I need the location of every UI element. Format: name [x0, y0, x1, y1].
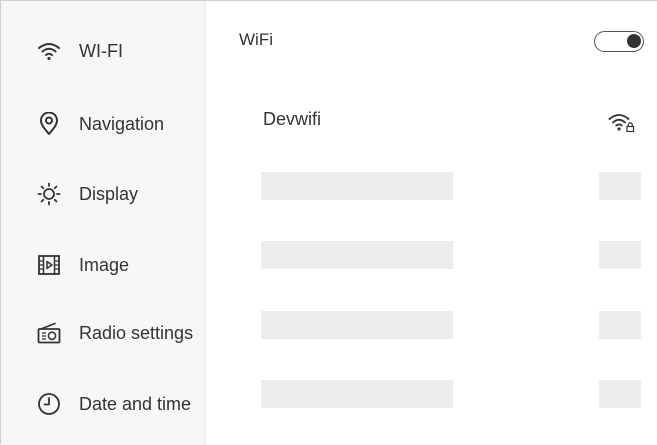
location-pin-icon [37, 112, 61, 136]
toggle-knob [627, 34, 641, 48]
settings-window: WI-FI Navigation Display Image Radio set… [0, 0, 657, 445]
placeholder-network-row [261, 172, 453, 200]
page-title: WiFi [239, 30, 273, 49]
placeholder-network-row [261, 311, 453, 339]
placeholder-signal-icon [599, 311, 641, 339]
film-icon [37, 253, 61, 277]
sidebar-item-label: Navigation [79, 113, 165, 134]
sidebar-item-radio-settings[interactable]: Radio settings [37, 316, 193, 350]
wifi-panel: WiFi Devwifi [206, 1, 657, 444]
wifi-lock-icon[interactable] [608, 111, 636, 133]
sidebar-item-navigation[interactable]: Navigation [37, 107, 164, 141]
wifi-icon [37, 39, 61, 63]
clock-icon [37, 392, 61, 416]
placeholder-signal-icon [599, 380, 641, 408]
sidebar-item-wifi[interactable]: WI-FI [37, 34, 123, 68]
sidebar: WI-FI Navigation Display Image Radio set… [1, 1, 206, 445]
placeholder-network-row [261, 380, 453, 408]
sidebar-item-label: WI-FI [79, 40, 123, 61]
placeholder-network-row [261, 241, 453, 269]
sidebar-item-image[interactable]: Image [37, 248, 129, 282]
placeholder-signal-icon [599, 241, 641, 269]
placeholder-signal-icon [599, 172, 641, 200]
radio-icon [37, 321, 61, 345]
sidebar-item-label: Display [79, 183, 139, 204]
sidebar-item-date-and-time[interactable]: Date and time [37, 387, 191, 421]
wifi-toggle[interactable] [594, 31, 644, 52]
brightness-icon [37, 182, 61, 206]
sidebar-item-label: Radio settings [79, 322, 194, 343]
network-name[interactable]: Devwifi [263, 109, 321, 130]
sidebar-item-label: Image [79, 254, 130, 275]
sidebar-item-display[interactable]: Display [37, 177, 138, 211]
sidebar-item-label: Date and time [79, 393, 192, 414]
